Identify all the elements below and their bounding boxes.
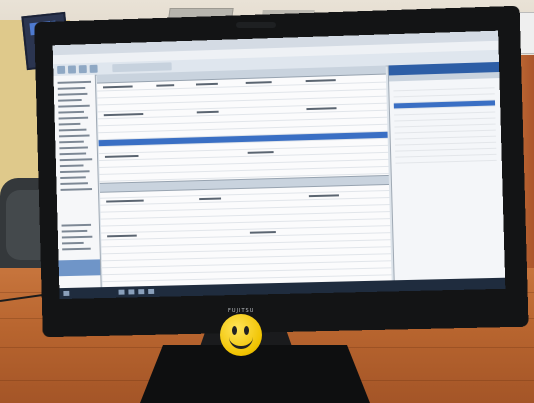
tree-item[interactable] (59, 123, 81, 126)
tree-item[interactable] (62, 224, 92, 227)
tree-item[interactable] (58, 99, 82, 102)
toolbar-button[interactable] (57, 66, 65, 74)
tree-item[interactable] (58, 105, 90, 108)
tree-item[interactable] (60, 170, 90, 173)
smiley-mouth (229, 334, 253, 349)
tree-item[interactable] (59, 134, 90, 137)
start-icon[interactable] (63, 291, 69, 296)
taskbar-app-icon[interactable] (118, 290, 124, 295)
tree-item[interactable] (60, 164, 84, 167)
tree-item[interactable] (59, 129, 87, 132)
tree-item[interactable] (62, 230, 88, 233)
tree-item[interactable] (59, 117, 89, 120)
tree-item[interactable] (61, 188, 93, 191)
toolbar-button[interactable] (68, 65, 76, 73)
monitor-stand-base (140, 345, 370, 403)
smiley-stress-ball (220, 314, 262, 356)
tree-item[interactable] (59, 146, 88, 149)
tree-item[interactable] (58, 81, 91, 84)
toolbar-button[interactable] (90, 65, 98, 73)
tree-item[interactable] (58, 87, 86, 90)
navigation-tree[interactable] (53, 75, 101, 288)
taskbar-app-icon[interactable] (148, 289, 154, 294)
tree-item[interactable] (62, 236, 93, 239)
monitor-screen (53, 31, 506, 299)
tree-item[interactable] (58, 111, 84, 114)
tree-item[interactable] (58, 93, 88, 96)
tree-item[interactable] (60, 176, 86, 179)
tree-item[interactable] (59, 141, 84, 144)
taskbar-app-icon[interactable] (128, 289, 134, 294)
tree-item[interactable] (60, 182, 88, 185)
taskbar-app-icon[interactable] (138, 289, 144, 294)
tree-item[interactable] (60, 152, 87, 155)
webcam (236, 22, 276, 28)
tree-item[interactable] (62, 248, 91, 251)
tree-selected-group[interactable] (59, 259, 101, 276)
tree-item[interactable] (62, 242, 84, 245)
toolbar-button[interactable] (79, 65, 87, 73)
detail-panel[interactable] (388, 62, 506, 280)
toolbar-field[interactable] (112, 62, 172, 72)
tree-item[interactable] (60, 158, 93, 161)
